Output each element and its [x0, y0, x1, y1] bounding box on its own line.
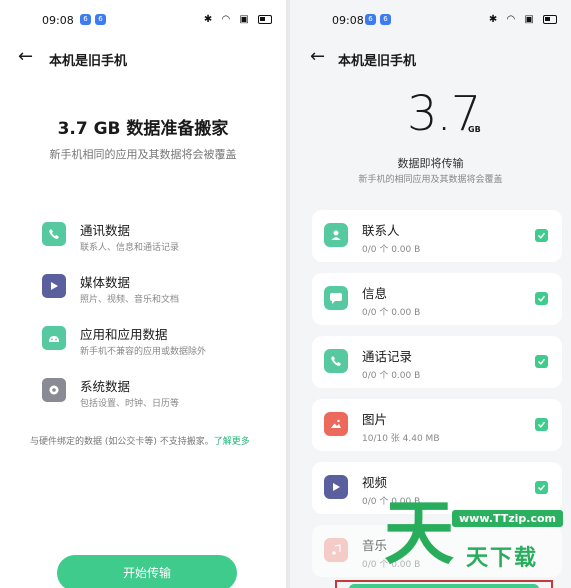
start-transfer-button[interactable]: 开始传输 — [57, 555, 237, 588]
back-arrow-icon[interactable]: ← — [18, 46, 33, 67]
category-name: 媒体数据 — [80, 275, 131, 290]
page-title: 本机是旧手机 — [338, 54, 417, 69]
page-title: 本机是旧手机 — [49, 54, 128, 69]
back-arrow-icon[interactable]: ← — [310, 46, 325, 67]
battery-icon — [543, 14, 557, 24]
system-icons: ✱ ◠ ▣ — [204, 14, 272, 25]
image-icon — [324, 412, 348, 436]
item-name: 图片 — [362, 412, 388, 427]
item-call-log[interactable]: 通话记录 0/0 个 0.00 B — [312, 336, 562, 388]
item-name: 联系人 — [362, 223, 400, 238]
hardware-note: 与硬件绑定的数据 (如公交卡等) 不支持搬家。了解更多 — [30, 434, 250, 447]
watermark-glyph: 天 — [384, 492, 454, 574]
item-contacts[interactable]: 联系人 0/0 个 0.00 B — [312, 210, 562, 262]
notification-icon: 6 — [80, 14, 91, 25]
item-name: 视频 — [362, 475, 388, 490]
music-icon — [324, 538, 348, 562]
contact-icon — [324, 223, 348, 247]
item-meta: 10/10 张 4.40 MB — [362, 434, 440, 444]
item-meta: 0/0 个 0.00 B — [362, 308, 421, 318]
data-size-unit: GB — [468, 125, 481, 134]
category-desc: 照片、视频、音乐和文档 — [80, 295, 180, 305]
message-icon — [324, 286, 348, 310]
category-desc: 联系人、信息和通话记录 — [80, 243, 180, 253]
category-media: 媒体数据 照片、视频、音乐和文档 — [42, 272, 272, 308]
phone-icon — [324, 349, 348, 373]
checkbox[interactable] — [535, 481, 548, 494]
data-size-heading: 3.7 GB 数据准备搬家 — [57, 119, 229, 139]
watermark-logo: 天 www.TTzip.com 天下载 — [380, 492, 563, 580]
category-desc: 新手机不兼容的应用或数据除外 — [80, 347, 207, 357]
learn-more-link[interactable]: 了解更多 — [214, 437, 250, 447]
notification-icon: 6 — [365, 14, 376, 25]
category-name: 系统数据 — [80, 379, 131, 394]
watermark-text: 天下载 — [466, 546, 539, 571]
category-desc: 包括设置、时钟、日历等 — [80, 399, 180, 409]
notification-icon: 6 — [380, 14, 391, 25]
play-icon — [324, 475, 348, 499]
overwrite-warning: 新手机相同的应用及其数据将会被覆盖 — [49, 148, 237, 161]
checkbox[interactable] — [535, 418, 548, 431]
status-bar: 09:08 6 6 ✱ ◠ ▣ — [0, 12, 286, 28]
watermark-url: www.TTzip.com — [452, 510, 563, 527]
category-system: 系统数据 包括设置、时钟、日历等 — [42, 376, 272, 412]
notification-icon: 6 — [95, 14, 106, 25]
item-name: 信息 — [362, 286, 388, 301]
item-images[interactable]: 图片 10/10 张 4.40 MB — [312, 399, 562, 451]
status-bar: 09:08 6 6 ✱ ◠ ▣ — [290, 12, 571, 28]
checkbox[interactable] — [535, 292, 548, 305]
gear-icon — [42, 378, 66, 402]
android-icon — [42, 326, 66, 350]
system-icons: ✱ ◠ ▣ — [489, 14, 557, 25]
battery-icon — [258, 14, 272, 24]
item-meta: 0/0 个 0.00 B — [362, 371, 421, 381]
transfer-subtitle: 新手机的相同应用及其数据将会覆盖 — [358, 175, 503, 185]
highlighted-button-outline — [335, 580, 553, 588]
note-text: 与硬件绑定的数据 (如公交卡等) 不支持搬家。 — [30, 437, 214, 447]
status-time: 09:08 — [42, 14, 74, 27]
checkbox[interactable] — [535, 229, 548, 242]
old-phone-screen-left: 09:08 6 6 ✱ ◠ ▣ ← 本机是旧手机 3.7 GB 数据准备搬家 新… — [0, 0, 286, 588]
status-time: 09:08 — [332, 14, 364, 27]
item-name: 通话记录 — [362, 349, 413, 364]
item-meta: 0/0 个 0.00 B — [362, 245, 421, 255]
category-name: 应用和应用数据 — [80, 327, 168, 342]
item-messages[interactable]: 信息 0/0 个 0.00 B — [312, 273, 562, 325]
phone-icon — [42, 222, 66, 246]
header: ← 本机是旧手机 — [0, 46, 286, 70]
category-communication: 通讯数据 联系人、信息和通话记录 — [42, 220, 272, 256]
category-name: 通讯数据 — [80, 223, 131, 238]
transfer-button[interactable] — [349, 584, 539, 588]
play-icon — [42, 274, 66, 298]
header: ← 本机是旧手机 — [290, 46, 571, 70]
transfer-title: 数据即将传输 — [397, 157, 464, 170]
checkbox[interactable] — [535, 355, 548, 368]
category-apps: 应用和应用数据 新手机不兼容的应用或数据除外 — [42, 324, 272, 360]
